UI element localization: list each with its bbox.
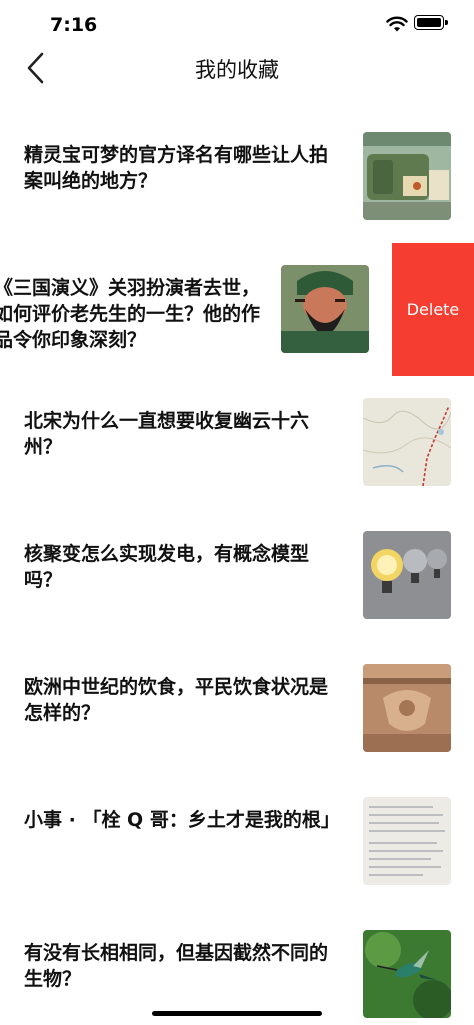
list-item[interactable]: 核聚变怎么实现发电，有概念模型吗？ (0, 509, 474, 619)
battery-icon (414, 15, 448, 30)
item-title: 精灵宝可梦的官方译名有哪些让人拍案叫绝的地方？ (24, 144, 329, 192)
map-thumbnail (363, 398, 451, 486)
list-item-swiped[interactable]: 《三国演义》关羽扮演者去世，如何评价老先生的一生？他的作品令你印象深刻？ Del… (0, 243, 474, 376)
page-title: 我的收藏 (195, 58, 279, 82)
item-title: 欧洲中世纪的饮食，平民饮食状况是怎样的？ (24, 676, 329, 724)
list-item[interactable]: 精灵宝可梦的官方译名有哪些让人拍案叫绝的地方？ (0, 110, 474, 220)
delete-button[interactable]: Delete (392, 243, 474, 376)
guan-yu-thumbnail (281, 265, 369, 353)
item-title: 北宋为什么一直想要收复幽云十六州？ (24, 410, 310, 458)
hummingbird-thumbnail (363, 930, 451, 1018)
item-title: 有没有长相相同，但基因截然不同的生物？ (24, 942, 329, 990)
item-title: 核聚变怎么实现发电，有概念模型吗？ (24, 543, 310, 591)
nav-bar: 我的收藏 (0, 40, 474, 94)
wifi-icon (386, 16, 408, 32)
stone-carving-thumbnail (363, 664, 451, 752)
list-item[interactable]: 有没有长相相同，但基因截然不同的生物？ (0, 908, 474, 1018)
handwritten-letter-thumbnail (363, 797, 451, 885)
status-time: 7:16 (50, 14, 98, 36)
item-title: 《三国演义》关羽扮演者去世，如何评价老先生的一生？他的作品令你印象深刻？ (0, 277, 261, 351)
list-item[interactable]: 欧洲中世纪的饮食，平民饮食状况是怎样的？ (0, 642, 474, 752)
list-item[interactable]: 北宋为什么一直想要收复幽云十六州？ (0, 376, 474, 486)
bag-thumbnail (363, 132, 451, 220)
lightbulbs-thumbnail (363, 531, 451, 619)
item-title: 小事 · 「栓 Q 哥：乡土才是我的根」 (24, 809, 340, 831)
home-indicator[interactable] (152, 1011, 322, 1016)
list-item[interactable]: 小事 · 「栓 Q 哥：乡土才是我的根」 (0, 775, 474, 885)
